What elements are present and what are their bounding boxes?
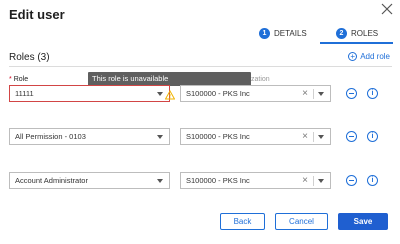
- divider: [313, 132, 314, 142]
- active-step-underline: [320, 42, 393, 44]
- step-label: DETAILS: [274, 29, 307, 38]
- organization-select-value: S100000 - PKS Inc: [186, 132, 250, 141]
- organization-select-value: S100000 - PKS Inc: [186, 89, 250, 98]
- role-field-label: * Role: [9, 76, 29, 83]
- info-icon[interactable]: i: [367, 131, 378, 142]
- role-select[interactable]: 11111: [9, 85, 170, 102]
- close-icon[interactable]: [380, 2, 394, 16]
- step-details[interactable]: 1 DETAILS: [259, 28, 307, 39]
- add-role-button[interactable]: + Add role: [348, 52, 390, 61]
- chevron-down-icon: [318, 92, 324, 96]
- warning-icon: [164, 87, 176, 100]
- divider: [313, 89, 314, 99]
- tooltip: This role is unavailable: [88, 72, 251, 86]
- clear-icon[interactable]: ×: [302, 131, 308, 142]
- organization-select[interactable]: S100000 - PKS Inc ×: [180, 128, 331, 145]
- step-number: 2: [336, 28, 347, 39]
- step-roles[interactable]: 2 ROLES: [336, 28, 378, 39]
- role-select-value: Account Administrator: [15, 176, 88, 185]
- remove-row-icon[interactable]: [346, 175, 357, 186]
- role-select-value: 11111: [15, 89, 34, 98]
- roles-heading: Roles (3): [9, 52, 50, 63]
- clear-icon[interactable]: ×: [302, 175, 308, 186]
- chevron-down-icon: [157, 135, 163, 139]
- info-icon[interactable]: i: [367, 88, 378, 99]
- stepper: 1 DETAILS 2 ROLES: [250, 25, 393, 47]
- info-icon[interactable]: i: [367, 175, 378, 186]
- dialog-title: Edit user: [9, 7, 65, 22]
- plus-icon: +: [348, 52, 358, 61]
- chevron-down-icon: [157, 179, 163, 183]
- step-label: ROLES: [351, 29, 379, 38]
- divider: [9, 66, 392, 67]
- role-select[interactable]: Account Administrator: [9, 172, 170, 189]
- cancel-button[interactable]: Cancel: [275, 213, 328, 230]
- back-button[interactable]: Back: [220, 213, 265, 230]
- required-mark: *: [9, 76, 12, 83]
- chevron-down-icon: [318, 135, 324, 139]
- step-number: 1: [259, 28, 270, 39]
- organization-select[interactable]: S100000 - PKS Inc ×: [180, 172, 331, 189]
- organization-select[interactable]: S100000 - PKS Inc ×: [180, 85, 331, 102]
- remove-row-icon[interactable]: [346, 88, 357, 99]
- organization-select-value: S100000 - PKS Inc: [186, 176, 250, 185]
- add-role-label: Add role: [360, 52, 390, 61]
- role-select[interactable]: All Permission - 0103: [9, 128, 170, 145]
- remove-row-icon[interactable]: [346, 131, 357, 142]
- chevron-down-icon: [157, 92, 163, 96]
- role-select-value: All Permission - 0103: [15, 132, 86, 141]
- chevron-down-icon: [318, 179, 324, 183]
- divider: [313, 176, 314, 186]
- clear-icon[interactable]: ×: [302, 88, 308, 99]
- save-button[interactable]: Save: [338, 213, 388, 230]
